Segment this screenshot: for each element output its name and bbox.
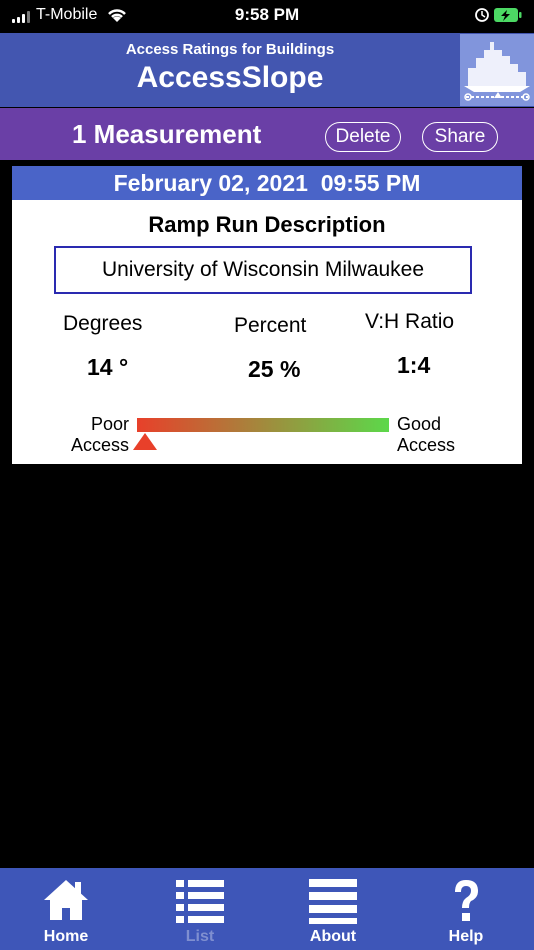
percent-label: Percent	[234, 314, 307, 337]
app-title: AccessSlope	[136, 61, 324, 94]
tab-help[interactable]: Help	[406, 868, 526, 950]
battery-icon	[475, 8, 522, 22]
tab-home-label: Home	[43, 928, 89, 945]
share-button[interactable]: Share	[422, 122, 498, 152]
description-heading: Ramp Run Description	[148, 212, 386, 237]
clock: 9:58 PM	[234, 5, 300, 24]
app-header: Access Ratings for Buildings AccessSlope	[0, 33, 534, 107]
percent-value: 25 %	[248, 356, 301, 382]
measurement-date: February 02, 2021 09:55 PM	[12, 166, 522, 200]
list-icon	[176, 880, 224, 923]
tab-home[interactable]: Home	[6, 868, 126, 950]
menu-icon	[309, 879, 357, 924]
measurement-card[interactable]: February 02, 2021 09:55 PM Ramp Run Desc…	[12, 166, 522, 464]
tab-list[interactable]: List	[140, 868, 260, 950]
description-field[interactable]: University of Wisconsin Milwaukee	[54, 246, 472, 294]
tab-list-label: List	[185, 928, 215, 945]
status-bar: T-Mobile 9:58 PM	[0, 0, 534, 32]
tab-bar: Home List About Help	[0, 868, 534, 950]
good-access-label: Good Access	[397, 414, 456, 455]
tab-about[interactable]: About	[273, 868, 393, 950]
tab-about-label: About	[309, 928, 357, 945]
poor-access-label: Poor Access	[70, 414, 129, 455]
app-subtitle: Access Ratings for Buildings	[125, 41, 335, 58]
tab-help-label: Help	[448, 928, 484, 945]
measurement-toolbar: 1 Measurement Delete Share	[0, 108, 534, 160]
delete-button[interactable]: Delete	[325, 122, 401, 152]
ratio-label: V:H Ratio	[365, 310, 455, 333]
degrees-label: Degrees	[63, 312, 143, 335]
measurement-count: 1 Measurement	[72, 119, 262, 149]
help-icon	[455, 880, 478, 921]
home-icon	[44, 880, 88, 920]
ratio-value: 1:4	[397, 352, 431, 378]
access-gauge-bar	[137, 418, 389, 432]
building-ramp-logo-icon	[460, 34, 534, 106]
degrees-value: 14 °	[87, 354, 129, 380]
access-gauge-pointer	[132, 433, 157, 450]
